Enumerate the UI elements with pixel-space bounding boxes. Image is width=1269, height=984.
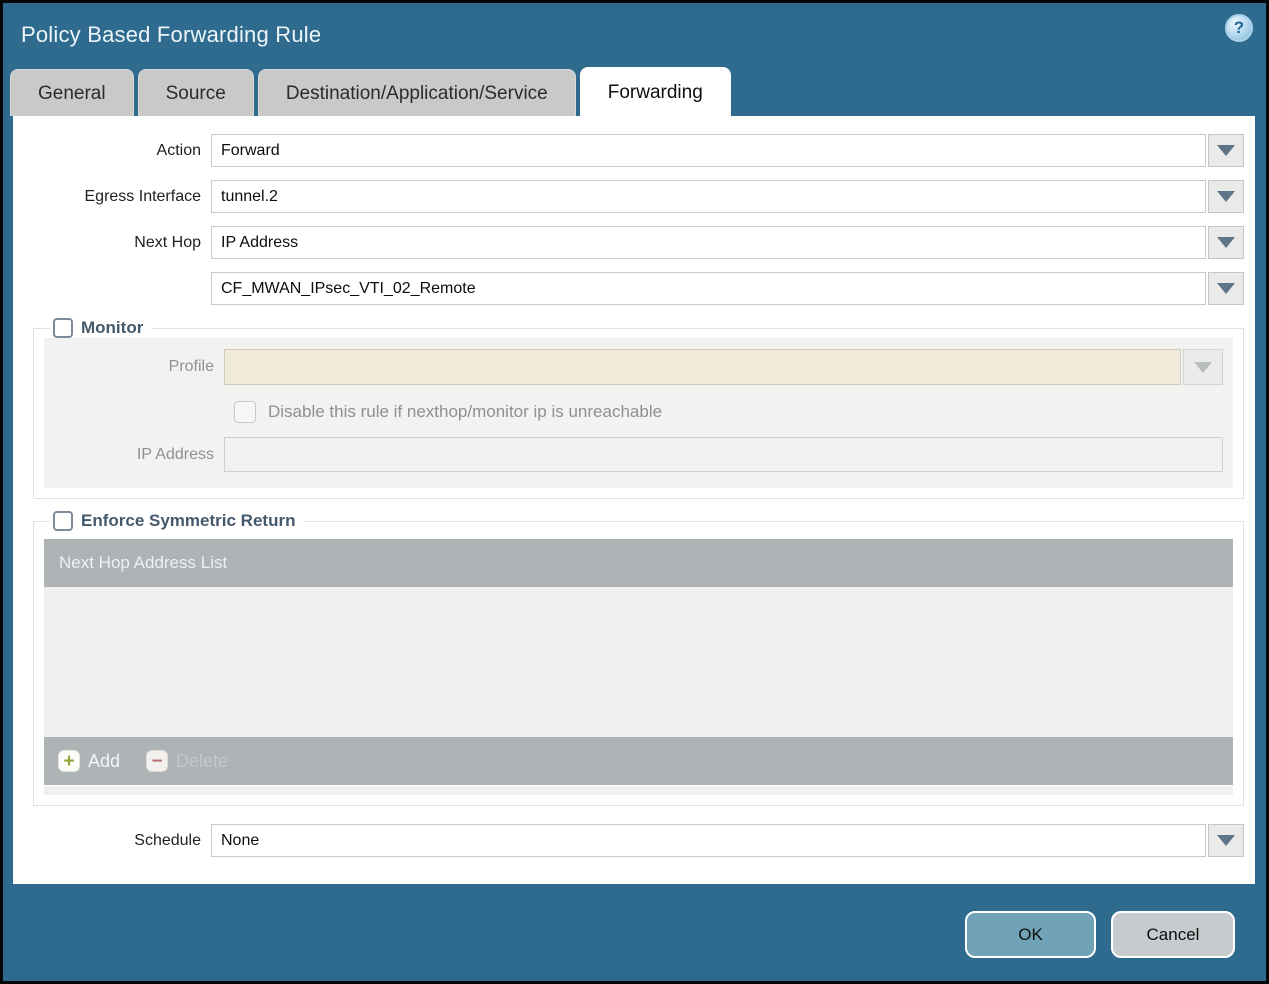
action-combobox — [211, 134, 1255, 167]
profile-input-disabled — [224, 349, 1181, 385]
dialog-button-bar: OK Cancel — [3, 884, 1266, 958]
monitor-section: Monitor Profile Disable this rule if nex… — [33, 318, 1244, 499]
tab-source[interactable]: Source — [137, 69, 254, 116]
monitor-ip-address-input-disabled — [224, 437, 1223, 472]
policy-based-forwarding-dialog: Policy Based Forwarding Rule ? General S… — [0, 0, 1269, 984]
next-hop-address-list-header: Next Hop Address List — [44, 539, 1233, 587]
dropdown-arrow-icon — [1217, 145, 1235, 156]
tab-forwarding-label: Forwarding — [607, 82, 703, 103]
next-hop-address-input[interactable] — [211, 272, 1206, 305]
table-bottom-strip — [44, 786, 1233, 795]
monitor-ip-address-label: IP Address — [136, 445, 214, 463]
egress-interface-input[interactable] — [211, 180, 1206, 213]
tab-destination-label: Destination/Application/Service — [285, 83, 548, 104]
next-hop-row: Next Hop — [13, 226, 1255, 259]
symmetric-return-section: Enforce Symmetric Return Next Hop Addres… — [33, 511, 1244, 806]
dropdown-arrow-icon — [1217, 191, 1235, 202]
monitor-panel: Profile Disable this rule if nexthop/mon… — [44, 338, 1233, 488]
egress-interface-row: Egress Interface — [13, 180, 1255, 213]
tab-content-forwarding: Action Egress Interface Next Hop — [13, 116, 1255, 884]
schedule-combobox — [211, 824, 1255, 857]
monitor-legend: Monitor — [50, 318, 151, 338]
schedule-label: Schedule — [134, 831, 201, 849]
profile-label: Profile — [168, 358, 214, 375]
action-row: Action — [13, 134, 1255, 167]
minus-icon: − — [146, 750, 169, 772]
egress-interface-label: Egress Interface — [84, 187, 202, 205]
monitor-legend-label: Monitor — [81, 318, 144, 337]
ok-button[interactable]: OK — [965, 911, 1096, 958]
next-hop-type-combobox — [211, 226, 1255, 259]
profile-dropdown-button-disabled — [1183, 349, 1223, 385]
disable-rule-checkbox-disabled — [234, 401, 256, 423]
tab-source-label: Source — [165, 83, 226, 104]
next-hop-type-input[interactable] — [211, 226, 1206, 259]
tab-forwarding[interactable]: Forwarding — [579, 67, 731, 116]
add-button[interactable]: + Add — [58, 750, 120, 772]
tab-bar: General Source Destination/Application/S… — [10, 67, 1266, 116]
help-icon[interactable]: ? — [1225, 14, 1253, 42]
profile-row: Profile — [44, 349, 1233, 385]
next-hop-address-list-table: Next Hop Address List + Add − Delete — [44, 539, 1233, 795]
monitor-ip-address-row: IP Address — [44, 437, 1233, 472]
dropdown-arrow-icon — [1217, 283, 1235, 294]
dropdown-arrow-icon — [1217, 237, 1235, 248]
action-label: Action — [156, 141, 201, 159]
schedule-dropdown-button[interactable] — [1208, 824, 1244, 857]
egress-interface-combobox — [211, 180, 1255, 213]
dialog-title: Policy Based Forwarding Rule — [21, 22, 322, 47]
disable-rule-label: Disable this rule if nexthop/monitor ip … — [268, 402, 663, 421]
next-hop-address-list-body — [44, 587, 1233, 737]
schedule-input[interactable] — [211, 824, 1206, 857]
action-input[interactable] — [211, 134, 1206, 167]
dropdown-arrow-icon — [1217, 835, 1235, 846]
next-hop-address-list-header-label: Next Hop Address List — [59, 553, 228, 572]
next-hop-type-dropdown-button[interactable] — [1208, 226, 1244, 259]
plus-icon: + — [58, 750, 80, 772]
egress-interface-dropdown-button[interactable] — [1208, 180, 1244, 213]
disable-rule-row: Disable this rule if nexthop/monitor ip … — [234, 401, 1233, 423]
next-hop-address-list-toolbar: + Add − Delete — [44, 737, 1233, 785]
monitor-checkbox[interactable] — [53, 318, 73, 338]
symmetric-return-checkbox[interactable] — [53, 511, 73, 531]
delete-button-label: Delete — [176, 750, 229, 771]
schedule-row: Schedule — [13, 824, 1255, 857]
next-hop-address-dropdown-button[interactable] — [1208, 272, 1244, 305]
tab-general[interactable]: General — [10, 69, 134, 116]
delete-button-disabled: − Delete — [146, 750, 228, 772]
symmetric-return-legend: Enforce Symmetric Return — [50, 511, 303, 531]
help-glyph: ? — [1233, 18, 1245, 37]
tab-general-label: General — [38, 83, 106, 104]
action-dropdown-button[interactable] — [1208, 134, 1244, 167]
cancel-button[interactable]: Cancel — [1111, 911, 1235, 958]
tab-destination-application-service[interactable]: Destination/Application/Service — [257, 69, 576, 116]
next-hop-label: Next Hop — [134, 233, 201, 251]
dialog-titlebar: Policy Based Forwarding Rule — [3, 3, 1266, 67]
add-button-label: Add — [88, 750, 121, 771]
next-hop-address-row — [13, 272, 1255, 305]
next-hop-address-combobox — [211, 272, 1255, 305]
symmetric-return-legend-label: Enforce Symmetric Return — [81, 511, 296, 530]
dropdown-arrow-icon — [1194, 361, 1212, 373]
